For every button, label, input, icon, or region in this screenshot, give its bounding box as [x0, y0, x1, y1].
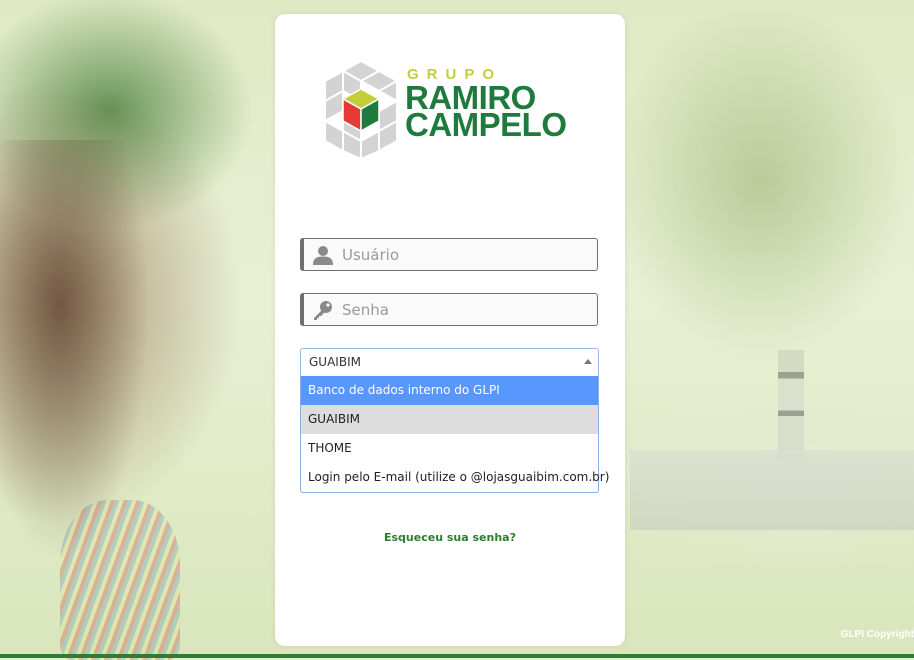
- auth-source-select[interactable]: GUAIBIM: [300, 348, 599, 376]
- password-input[interactable]: [342, 294, 592, 325]
- auth-source-option[interactable]: Login pelo E-mail (utilize o @lojasguaib…: [301, 463, 609, 492]
- chevron-up-icon[interactable]: [584, 359, 592, 364]
- login-card: GRUPO RAMIRO CAMPELO GUAIBIM Banco de da…: [275, 14, 625, 646]
- bottom-strip: [0, 654, 914, 658]
- auth-source-option[interactable]: GUAIBIM: [301, 405, 598, 434]
- key-icon: [314, 301, 332, 320]
- background-necklace: [60, 500, 180, 660]
- user-icon: [313, 246, 333, 265]
- auth-source-selected-value: GUAIBIM: [309, 355, 361, 369]
- password-field[interactable]: [300, 293, 598, 326]
- background-fort: [630, 450, 914, 530]
- copyright-text: GLPI Copyright: [840, 629, 914, 640]
- auth-source-option[interactable]: Banco de dados interno do GLPI: [301, 376, 598, 405]
- auth-source-dropdown: Banco de dados interno do GLPI GUAIBIM T…: [300, 376, 609, 493]
- cubes-logo-icon: [324, 59, 400, 159]
- logo-campelo-text: CAMPELO: [405, 106, 567, 143]
- background-woman-figure: [0, 140, 150, 560]
- forgot-password-link[interactable]: Esqueceu sua senha?: [275, 531, 625, 544]
- background-lighthouse: [778, 350, 804, 460]
- company-logo: GRUPO RAMIRO CAMPELO: [315, 59, 575, 164]
- username-input[interactable]: [342, 239, 592, 270]
- auth-source-option[interactable]: THOME: [301, 434, 598, 463]
- username-field[interactable]: [300, 238, 598, 271]
